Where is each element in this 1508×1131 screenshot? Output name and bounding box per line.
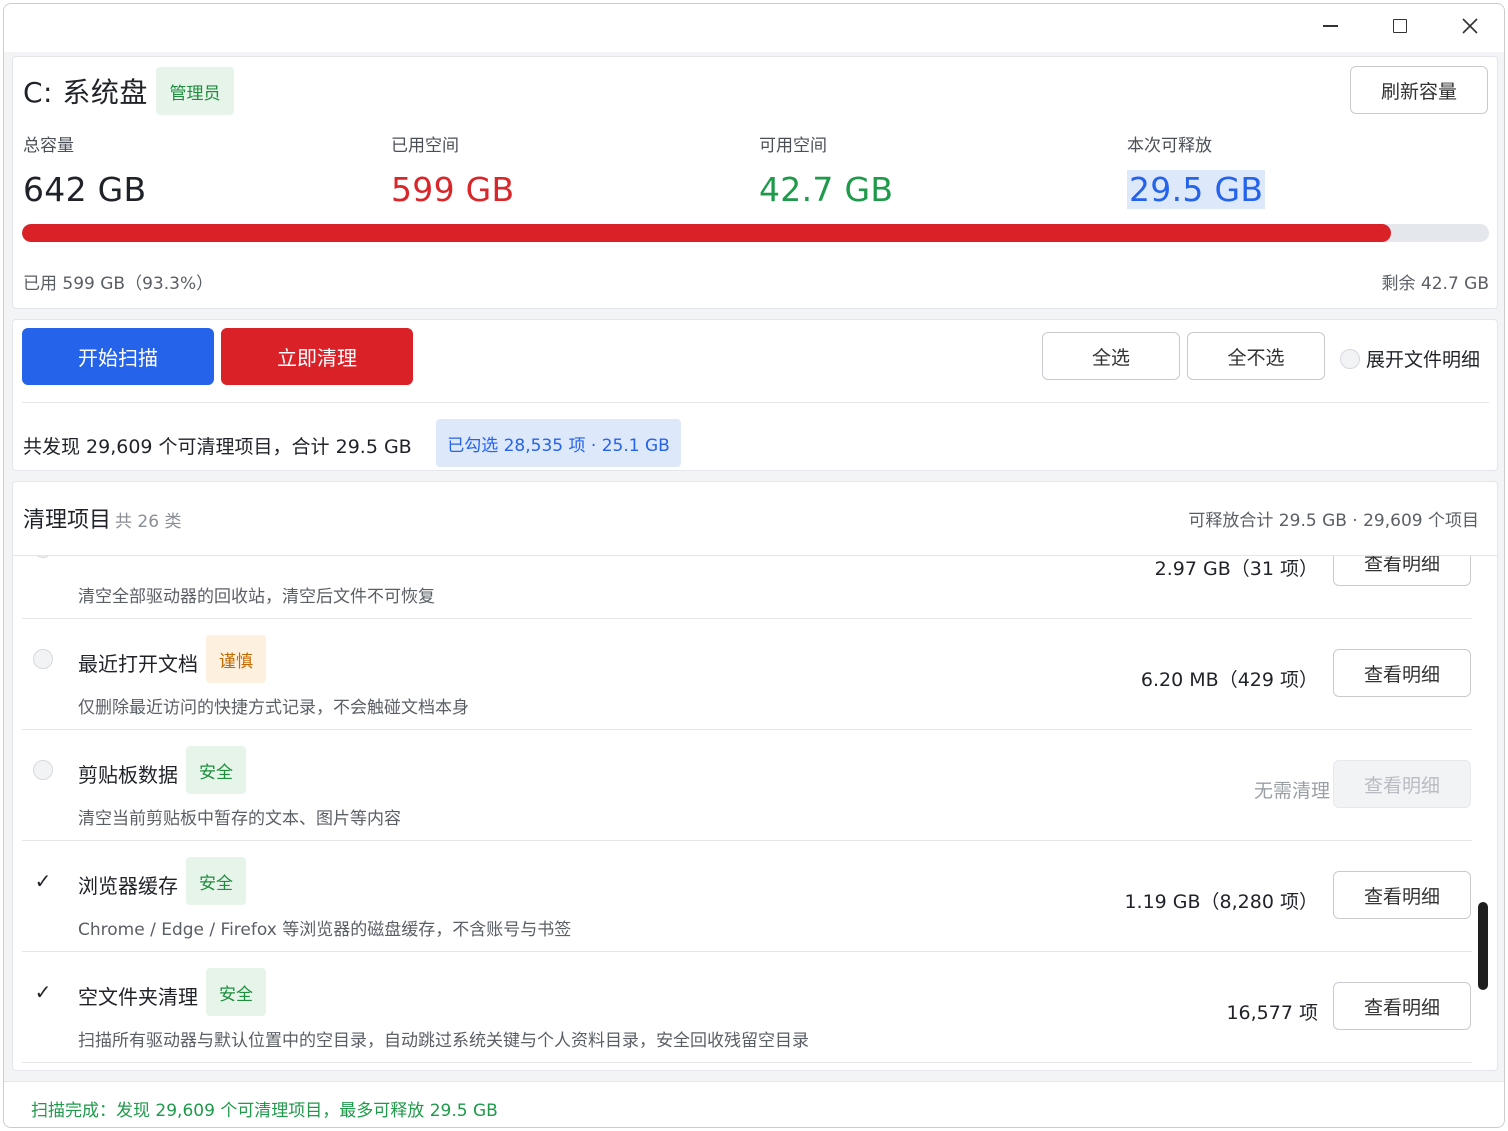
status-text: 扫描完成：发现 29,609 个可清理项目，最多可释放 29.5 GB: [31, 1101, 498, 1121]
selected-summary-badge: 已勾选 28,535 项 · 25.1 GB: [436, 419, 681, 467]
item-checkbox[interactable]: [33, 556, 53, 558]
expand-details-radio[interactable]: [1340, 348, 1360, 369]
stat-used: 已用空间 599 GB: [391, 131, 515, 209]
item-risk-tag: 安全: [186, 746, 246, 794]
cleanup-items-card: 清理项目共 26 类 可释放合计 29.5 GB · 29,609 个项目 清空…: [12, 481, 1498, 1071]
stat-free: 可用空间 42.7 GB: [759, 131, 893, 209]
item-name: 剪贴板数据: [78, 763, 178, 787]
view-details-button[interactable]: 查看明细: [1333, 871, 1471, 919]
stat-release-value: 29.5 GB: [1127, 170, 1266, 209]
close-button[interactable]: [1436, 4, 1504, 48]
items-count: 共 26 类: [115, 512, 182, 532]
maximize-icon: [1393, 19, 1407, 33]
stat-total-value: 642 GB: [23, 170, 147, 209]
used-text: 已用 599 GB（93.3%）: [23, 274, 214, 294]
stat-used-label: 已用空间: [391, 136, 459, 156]
app-window: C: 系统盘 管理员 刷新容量 总容量 642 GB 已用空间 599 GB 可…: [3, 3, 1505, 1128]
item-description: 清空全部驱动器的回收站，清空后文件不可恢复: [78, 587, 435, 607]
item-risk-tag: 安全: [186, 857, 246, 905]
item-checkbox[interactable]: [33, 760, 53, 780]
title-bar: [4, 4, 1504, 52]
items-list: 清空全部驱动器的回收站，清空后文件不可恢复 2.97 GB（31 项） 查看明细 最近…: [13, 556, 1475, 1063]
drive-title: C: 系统盘: [23, 76, 148, 109]
start-scan-button[interactable]: 开始扫描: [22, 328, 214, 385]
status-bar: 扫描完成：发现 29,609 个可清理项目，最多可释放 29.5 GB: [4, 1081, 1504, 1127]
item-name: 空文件夹清理: [78, 985, 198, 1009]
item-checkbox[interactable]: [33, 649, 53, 669]
item-size: 16,577 项: [1226, 1002, 1318, 1024]
stat-total: 总容量 642 GB: [23, 131, 147, 209]
found-summary-text: 共发现 29,609 个可清理项目，合计 29.5 GB: [23, 436, 412, 458]
item-risk-tag: 谨慎: [206, 635, 266, 683]
cleanup-item-row[interactable]: ✓ 浏览器缓存 安全 Chrome / Edge / Firefox 等浏览器的磁盘缓…: [22, 841, 1472, 952]
stat-release-label: 本次可释放: [1127, 136, 1212, 156]
view-details-button[interactable]: 查看明细: [1333, 556, 1471, 586]
scrollbar-thumb[interactable]: [1478, 902, 1488, 990]
item-risk-tag: 安全: [206, 968, 266, 1016]
stat-used-value: 599 GB: [391, 170, 515, 209]
usage-progress-fill: [22, 224, 1391, 242]
items-title-text: 清理项目: [23, 508, 112, 533]
item-description: 仅删除最近访问的快捷方式记录，不会触碰文档本身: [78, 698, 469, 718]
item-size: 6.20 MB（429 项）: [1140, 669, 1318, 691]
expand-details-toggle[interactable]: 展开文件明细: [1340, 345, 1480, 372]
actions-card: 开始扫描 立即清理 全选 全不选 展开文件明细 共发现 29,609 个可清理项…: [12, 319, 1498, 471]
item-description: 扫描所有驱动器与默认位置中的空目录，自动跳过系统关键与个人资料目录，安全回收残留…: [78, 1031, 809, 1051]
cleanup-item-row[interactable]: ✓ 空文件夹清理 安全扫描所有驱动器与默认位置中的空目录，自动跳过系统关键与个人资料…: [22, 952, 1472, 1063]
item-description: 清空当前剪贴板中暂存的文本、图片等内容: [78, 809, 401, 829]
cleanup-item-row[interactable]: 清空全部驱动器的回收站，清空后文件不可恢复 2.97 GB（31 项） 查看明细: [22, 556, 1472, 619]
close-icon: [1462, 18, 1478, 34]
maximize-button[interactable]: [1366, 4, 1434, 48]
clean-now-button[interactable]: 立即清理: [221, 328, 413, 385]
item-size: 1.19 GB（8,280 项）: [1124, 891, 1318, 913]
minimize-icon: [1322, 25, 1338, 27]
item-size: 无需清理: [1253, 780, 1330, 802]
item-name: 最近打开文档: [78, 652, 198, 676]
remain-text: 剩余 42.7 GB: [1381, 274, 1490, 294]
stat-free-value: 42.7 GB: [759, 170, 894, 209]
items-summary: 可释放合计 29.5 GB · 29,609 个项目: [1188, 511, 1479, 531]
disk-summary-card: C: 系统盘 管理员 刷新容量 总容量 642 GB 已用空间 599 GB 可…: [12, 56, 1498, 309]
cleanup-item-row[interactable]: 剪贴板数据 安全清空当前剪贴板中暂存的文本、图片等内容 无需清理 查看明细: [22, 730, 1472, 841]
items-title: 清理项目共 26 类: [23, 502, 181, 534]
view-details-button[interactable]: 查看明细: [1333, 649, 1471, 697]
select-none-button[interactable]: 全不选: [1187, 332, 1325, 380]
items-list-viewport[interactable]: 清空全部驱动器的回收站，清空后文件不可恢复 2.97 GB（31 项） 查看明细 最近…: [13, 556, 1475, 1070]
view-details-button[interactable]: 查看明细: [1333, 760, 1471, 808]
usage-progress-bar: [22, 224, 1489, 242]
stat-free-label: 可用空间: [759, 136, 827, 156]
expand-details-label: 展开文件明细: [1366, 349, 1481, 371]
stat-release: 本次可释放 29.5 GB: [1127, 131, 1266, 209]
item-description: Chrome / Edge / Firefox 等浏览器的磁盘缓存，不含账号与书…: [78, 920, 572, 940]
item-name: 浏览器缓存: [78, 874, 178, 898]
divider: [22, 402, 1489, 403]
minimize-button[interactable]: [1296, 4, 1364, 48]
cleanup-item-row[interactable]: 最近打开文档 谨慎仅删除最近访问的快捷方式记录，不会触碰文档本身 6.20 MB（4…: [22, 619, 1472, 730]
select-all-button[interactable]: 全选: [1042, 332, 1180, 380]
stat-total-label: 总容量: [23, 136, 74, 156]
item-checkbox-checked[interactable]: ✓: [33, 871, 53, 891]
item-checkbox-checked[interactable]: ✓: [33, 982, 53, 1002]
view-details-button[interactable]: 查看明细: [1333, 982, 1471, 1030]
item-size: 2.97 GB（31 项）: [1154, 558, 1318, 580]
refresh-capacity-button[interactable]: 刷新容量: [1350, 66, 1488, 114]
admin-badge: 管理员: [156, 67, 234, 115]
